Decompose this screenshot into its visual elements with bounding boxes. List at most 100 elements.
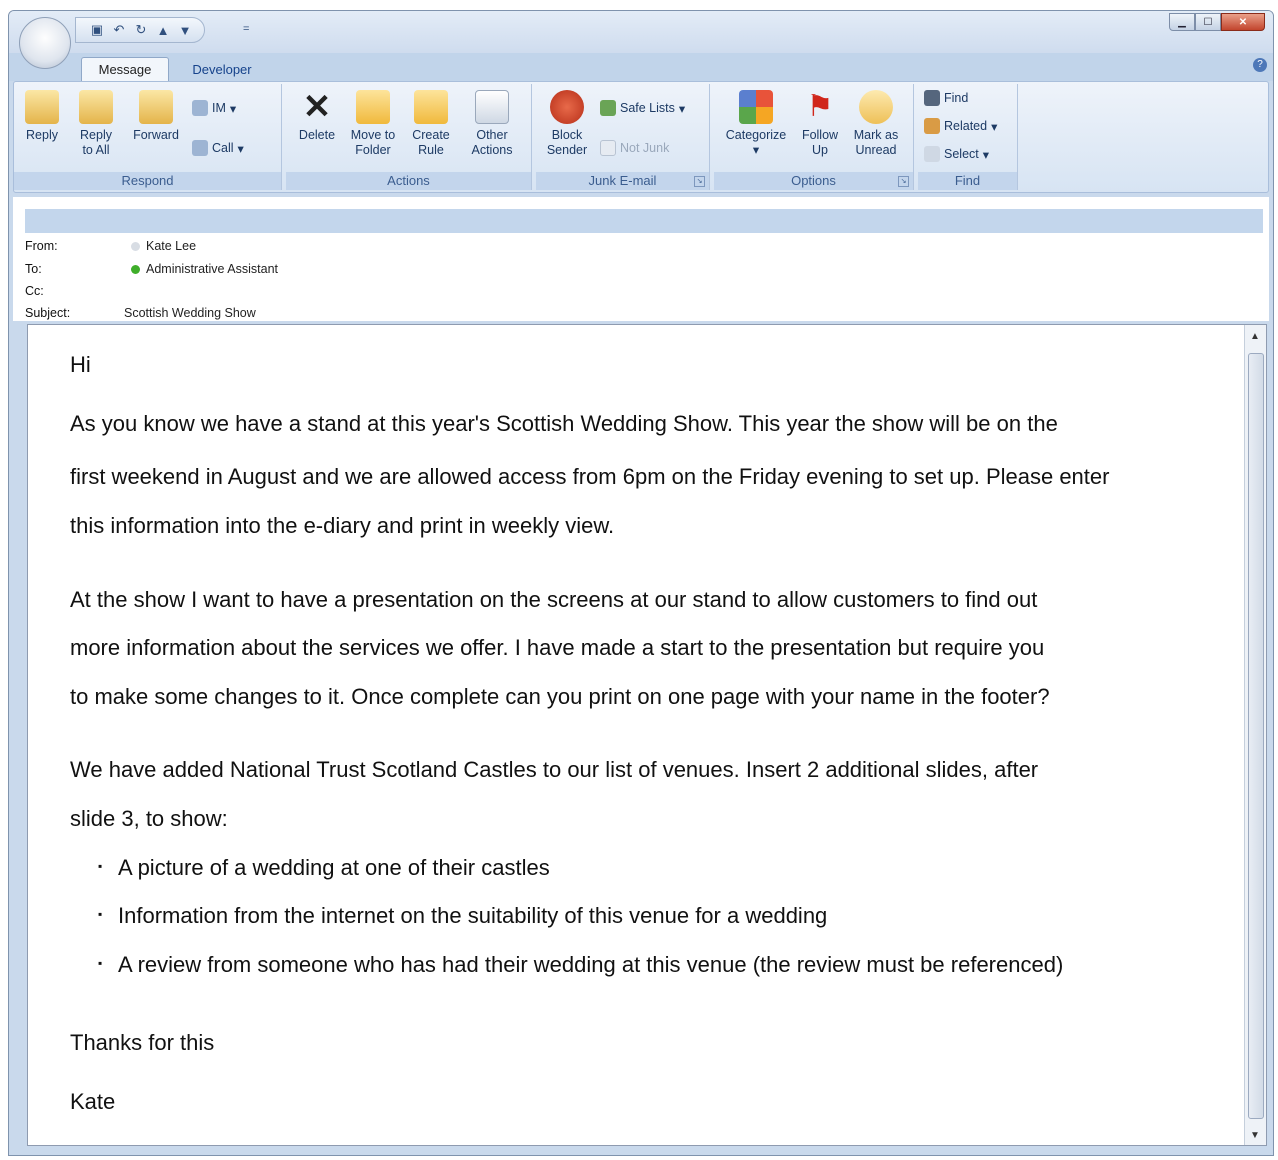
paragraph-line: slide 3, to show:: [70, 806, 228, 831]
group-options: Categorize ▾ ⚑ Follow Up Mark as Unread …: [714, 84, 914, 190]
group-label-junk-email: Junk E-mail: [536, 172, 709, 190]
to-label: To:: [25, 262, 42, 276]
to-value[interactable]: Administrative Assistant: [131, 262, 278, 276]
minimize-button[interactable]: ▁: [1169, 13, 1195, 31]
tab-developer[interactable]: Developer: [177, 57, 267, 81]
reply-button[interactable]: Reply: [22, 90, 62, 143]
safe-lists-button[interactable]: Safe Lists ▾: [600, 100, 685, 116]
dialog-launcher-icon[interactable]: ↘: [898, 176, 909, 187]
create-rule-button[interactable]: Create Rule: [406, 90, 456, 158]
group-label-actions: Actions: [286, 172, 531, 190]
reply-icon: [25, 90, 59, 124]
group-find: Find Related ▾ Select ▾ Find: [918, 84, 1018, 190]
scroll-up-icon[interactable]: ▲: [1250, 331, 1260, 342]
previous-item-icon[interactable]: ▲: [156, 23, 170, 38]
chevron-down-icon: ▾: [752, 143, 760, 157]
ribbon: Reply Reply to All Forward IM ▾ Call ▾ Res…: [13, 81, 1269, 193]
document-icon: [475, 90, 509, 124]
ribbon-tabs: Message Developer: [9, 53, 1273, 81]
closing-line: Thanks for this: [70, 1030, 215, 1055]
tab-message[interactable]: Message: [81, 57, 169, 81]
group-label-options: Options: [714, 172, 913, 190]
office-button[interactable]: [19, 17, 71, 69]
group-actions: ✕ Delete Move to Folder Create Rule Othe…: [286, 84, 532, 190]
list-item: A review from someone who has had their …: [98, 952, 1063, 978]
outlook-message-window: ▣ ↶ ↻ ▲ ▼ = ▁ ☐ ✕ Message Developer ? Re…: [8, 10, 1274, 1156]
chevron-down-icon: ▾: [237, 141, 244, 156]
paragraph-line: We have added National Trust Scotland Ca…: [70, 757, 1039, 782]
forward-icon: [139, 90, 173, 124]
rule-icon: [414, 90, 448, 124]
paragraph-line: this information into the e-diary and pr…: [70, 513, 615, 538]
paragraph-line: to make some changes to it. Once complet…: [70, 684, 1050, 709]
delete-icon: ✕: [302, 88, 332, 126]
chevron-down-icon: ▾: [982, 147, 990, 162]
block-sender-button[interactable]: Block Sender: [542, 90, 592, 158]
other-actions-button[interactable]: Other Actions: [460, 90, 524, 158]
help-icon[interactable]: ?: [1253, 58, 1267, 72]
forward-button[interactable]: Forward: [126, 90, 186, 143]
mark-unread-icon: [859, 90, 893, 124]
call-button[interactable]: Call ▾: [192, 140, 244, 156]
customize-qat-button[interactable]: =: [243, 23, 249, 35]
related-button[interactable]: Related ▾: [924, 118, 997, 134]
select-button[interactable]: Select ▾: [924, 146, 989, 162]
signature: Kate: [70, 1089, 116, 1114]
select-arrow-icon: [924, 146, 940, 162]
title-bar: ▣ ↶ ↻ ▲ ▼ = ▁ ☐ ✕: [9, 11, 1273, 53]
window-controls: ▁ ☐ ✕: [1169, 13, 1265, 31]
safe-lists-icon: [600, 100, 616, 116]
group-label-find: Find: [918, 172, 1017, 190]
folder-icon: [356, 90, 390, 124]
subject-label: Subject:: [25, 306, 71, 320]
paragraph-line: more information about the services we o…: [70, 635, 1045, 660]
related-icon: [924, 118, 940, 134]
vertical-scrollbar[interactable]: ▲ ▼: [1244, 325, 1266, 1145]
chevron-down-icon: ▾: [229, 101, 237, 116]
paragraph-line: As you know we have a stand at this year…: [70, 411, 1058, 436]
group-label-respond: Respond: [14, 172, 281, 190]
maximize-button[interactable]: ☐: [1195, 13, 1221, 31]
greeting: Hi: [70, 352, 91, 377]
find-button[interactable]: Find: [924, 90, 968, 106]
from-label: From:: [25, 239, 58, 253]
chevron-down-icon: ▾: [678, 101, 686, 116]
subject-value: Scottish Wedding Show: [124, 306, 256, 320]
save-icon[interactable]: ▣: [90, 22, 104, 38]
scrollbar-thumb[interactable]: [1248, 353, 1264, 1119]
paragraph-line: At the show I want to have a presentatio…: [70, 587, 1038, 612]
reply-all-icon: [79, 90, 113, 124]
phone-icon: [192, 140, 208, 156]
follow-up-button[interactable]: ⚑ Follow Up: [796, 90, 844, 158]
presence-icon: [131, 241, 140, 251]
list-item: Information from the internet on the sui…: [98, 903, 827, 929]
categorize-icon: [739, 90, 773, 124]
quick-access-toolbar: ▣ ↶ ↻ ▲ ▼: [75, 17, 205, 43]
dialog-launcher-icon[interactable]: ↘: [694, 176, 705, 187]
list-item: A picture of a wedding at one of their c…: [98, 855, 550, 881]
presence-icon: [131, 264, 140, 274]
not-junk-button[interactable]: Not Junk: [600, 140, 669, 156]
group-respond: Reply Reply to All Forward IM ▾ Call ▾ Res…: [14, 84, 282, 190]
move-to-folder-button[interactable]: Move to Folder: [344, 90, 402, 158]
info-bar: [25, 209, 1263, 233]
block-sender-icon: [550, 90, 584, 124]
flag-icon: ⚑: [806, 90, 834, 123]
close-button[interactable]: ✕: [1221, 13, 1265, 31]
message-body[interactable]: Hi As you know we have a stand at this y…: [27, 324, 1267, 1146]
scroll-down-icon[interactable]: ▼: [1250, 1130, 1260, 1141]
cc-label: Cc:: [25, 284, 44, 298]
not-junk-icon: [600, 140, 616, 156]
im-button[interactable]: IM ▾: [192, 100, 236, 116]
binoculars-icon: [924, 90, 940, 106]
categorize-button[interactable]: Categorize ▾: [718, 90, 794, 158]
undo-icon[interactable]: ↶: [112, 22, 126, 38]
redo-icon[interactable]: ↻: [134, 22, 148, 38]
chevron-down-icon: ▾: [991, 119, 998, 134]
reply-all-button[interactable]: Reply to All: [74, 90, 118, 158]
mark-as-unread-button[interactable]: Mark as Unread: [848, 90, 904, 158]
next-item-icon[interactable]: ▼: [178, 23, 192, 38]
delete-button[interactable]: ✕ Delete: [294, 90, 340, 143]
from-value[interactable]: Kate Lee: [131, 239, 196, 253]
im-icon: [192, 100, 208, 116]
